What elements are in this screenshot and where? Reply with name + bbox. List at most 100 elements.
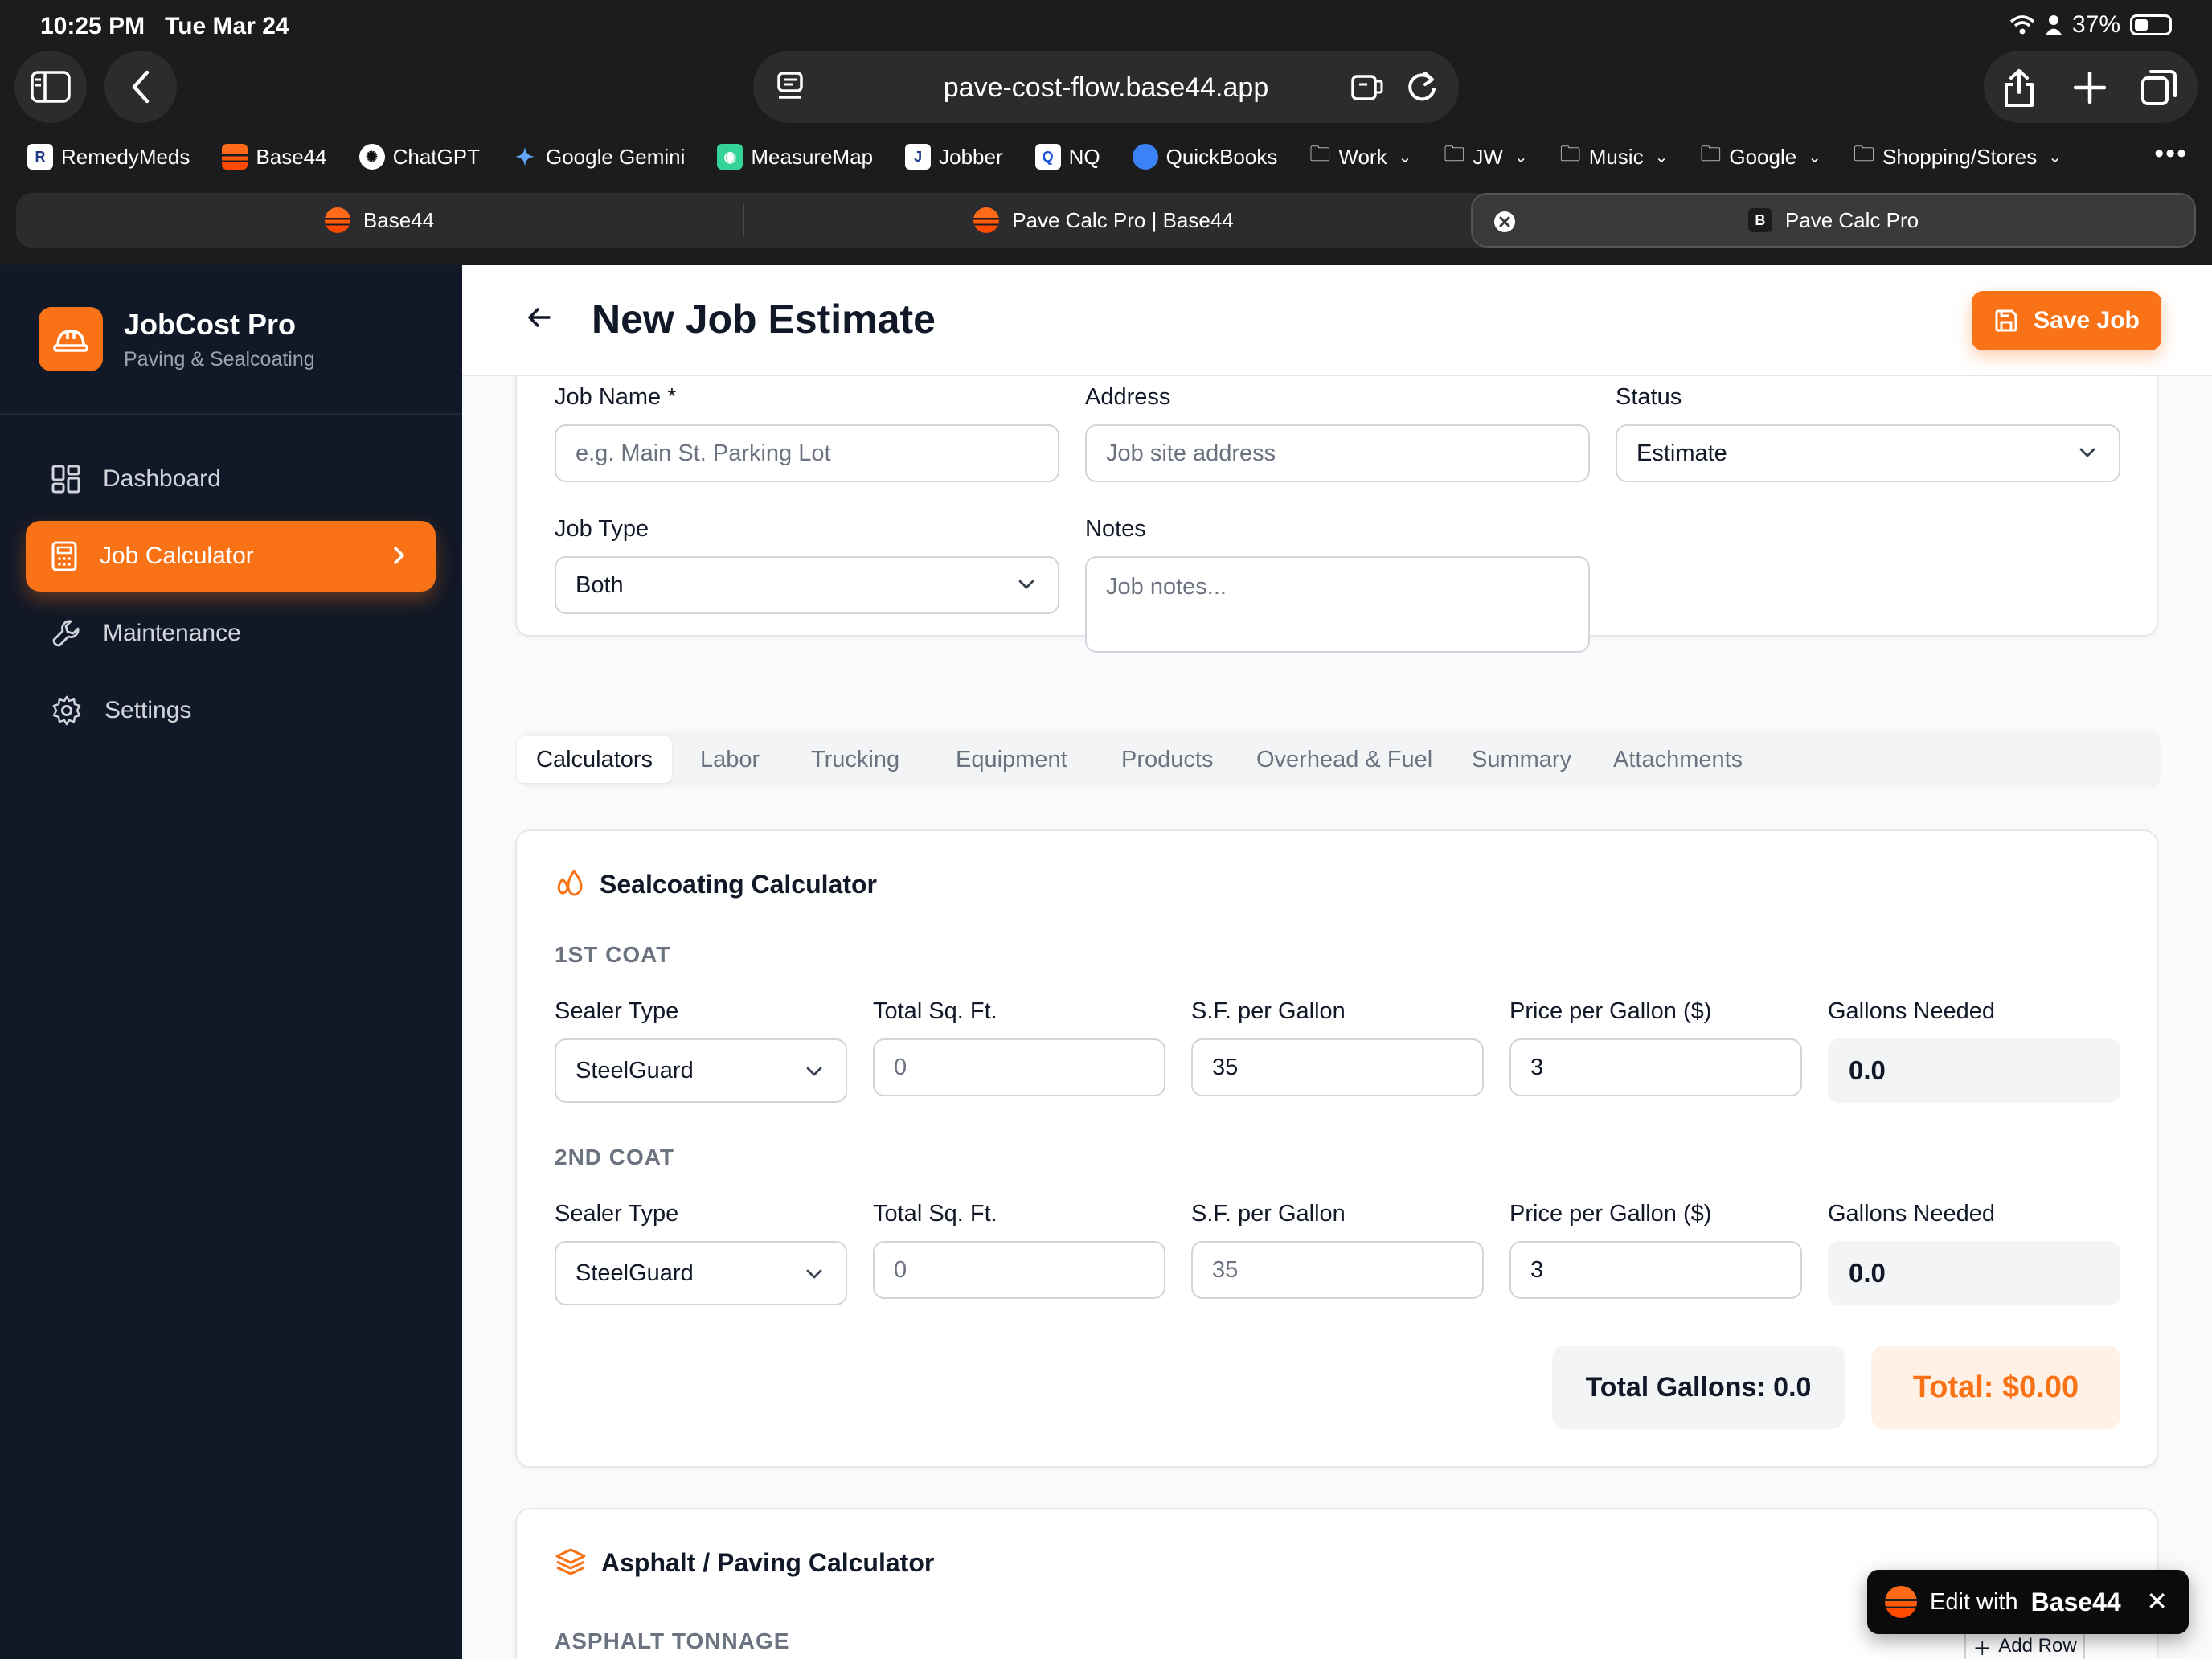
sidebar-toggle-button[interactable] <box>14 51 87 123</box>
address-input[interactable]: Job site address <box>1085 424 1590 482</box>
browser-tab-base44[interactable]: Base44 <box>16 193 743 248</box>
bookmark-remedymeds[interactable]: R RemedyMeds <box>27 144 190 170</box>
base44-icon <box>324 207 350 233</box>
bookmark-measuremap[interactable]: ◉ MeasureMap <box>717 144 873 170</box>
tab-calculators[interactable]: Calculators <box>517 736 673 783</box>
coat-1-heading: 1ST COAT <box>555 942 671 967</box>
sidebar-nav: Dashboard Job Calculator Maintenance Set… <box>26 444 436 752</box>
tab-summary[interactable]: Summary <box>1452 736 1591 783</box>
bookmark-folder-work[interactable]: 🗀 Work ⌄ <box>1309 139 1411 174</box>
url-bar[interactable]: pave-cost-flow.base44.app <box>753 51 1459 123</box>
gemini-icon: ✦ <box>515 144 535 170</box>
coat-1-sf-per-gallon-input[interactable]: 35 <box>1191 1038 1484 1096</box>
base44-icon <box>222 144 248 170</box>
bookmark-gemini[interactable]: ✦ Google Gemini <box>512 144 685 170</box>
tab-equipment[interactable]: Equipment <box>936 736 1087 783</box>
status-select[interactable]: Estimate <box>1616 424 2120 482</box>
bookmark-folder-jw[interactable]: 🗀 JW ⌄ <box>1444 139 1527 174</box>
chevron-down-icon: ⌄ <box>1808 148 1821 166</box>
close-icon[interactable]: ✕ <box>2146 1586 2168 1616</box>
wrench-icon <box>52 620 80 647</box>
job-name-input[interactable]: e.g. Main St. Parking Lot <box>555 424 1059 482</box>
job-type-select[interactable]: Both <box>555 556 1059 614</box>
status-label: Status <box>1616 384 1682 410</box>
chevron-down-icon: ⌄ <box>1398 148 1412 166</box>
arrow-left-icon[interactable] <box>526 305 552 330</box>
chevron-right-icon <box>394 547 404 564</box>
save-job-button[interactable]: Save Job <box>1972 291 2161 350</box>
close-tab-icon[interactable] <box>1493 211 1516 233</box>
save-icon <box>1995 309 2017 332</box>
gallons-needed-label: Gallons Needed <box>1828 1201 1995 1227</box>
tab-strip: Base44 Pave Calc Pro | Base44 B Pave Cal… <box>16 193 2196 248</box>
address-label: Address <box>1085 384 1171 410</box>
coat-1-price-per-gallon-input[interactable]: 3 <box>1509 1038 1802 1096</box>
browser-tab-pave-calc-pro[interactable]: B Pave Calc Pro <box>1471 193 2196 248</box>
bookmark-folder-shopping[interactable]: 🗀 Shopping/Stores ⌄ <box>1854 139 2062 174</box>
tab-products[interactable]: Products <box>1102 736 1232 783</box>
dashboard-icon <box>51 465 80 494</box>
tab-overhead-fuel[interactable]: Overhead & Fuel <box>1237 736 1452 783</box>
app-brand: JobCost Pro Paving & Sealcoating <box>39 307 315 371</box>
more-bookmarks-icon[interactable]: ••• <box>2154 138 2188 170</box>
browser-tab-pave-calc-base44[interactable]: Pave Calc Pro | Base44 <box>744 193 1463 248</box>
browser-back-button[interactable] <box>104 51 177 123</box>
bookmark-nq[interactable]: Q NQ <box>1034 144 1100 170</box>
tab-attachments[interactable]: Attachments <box>1594 736 1762 783</box>
bookmark-base44[interactable]: Base44 <box>222 144 327 170</box>
quickbooks-icon <box>1132 144 1158 170</box>
total-sqft-label: Total Sq. Ft. <box>873 998 997 1024</box>
page-title: New Job Estimate <box>592 297 936 342</box>
sidebar-item-dashboard[interactable]: Dashboard <box>26 444 436 514</box>
chatgpt-icon: ✺ <box>358 144 385 170</box>
hard-hat-icon <box>39 307 103 371</box>
base44-icon <box>1885 1586 1917 1618</box>
bookmark-quickbooks[interactable]: QuickBooks <box>1132 144 1277 170</box>
battery-percent: 37% <box>2071 11 2120 38</box>
tab-favicon-icon: B <box>1747 208 1772 232</box>
browser-chrome: 10:25 PM Tue Mar 24 37% pave-cost-flow.b… <box>0 0 2212 265</box>
app-subtitle: Paving & Sealcoating <box>124 347 315 371</box>
chevron-down-icon <box>806 1269 822 1279</box>
droplets-icon <box>557 870 583 896</box>
plus-icon: ＋ <box>1972 1637 1993 1659</box>
wifi-icon <box>2009 15 2035 35</box>
main-content: Job Name * e.g. Main St. Parking Lot Add… <box>462 265 2212 1659</box>
reload-icon[interactable] <box>1404 68 1440 105</box>
coat-1-sealer-select[interactable]: SteelGuard <box>555 1038 847 1103</box>
extension-icon[interactable] <box>1350 68 1387 105</box>
coat-2-total-sqft-input[interactable]: 0 <box>873 1241 1165 1299</box>
share-icon[interactable] <box>2003 68 2035 109</box>
notes-textarea[interactable]: Job notes... <box>1085 556 1590 653</box>
folder-icon: 🗀 <box>1700 141 1722 166</box>
coat-2-sealer-select[interactable]: SteelGuard <box>555 1241 847 1305</box>
tab-labor[interactable]: Labor <box>681 736 779 783</box>
bookmark-chatgpt[interactable]: ✺ ChatGPT <box>358 144 480 170</box>
browser-actions <box>1984 51 2198 123</box>
sealer-type-label: Sealer Type <box>555 1201 679 1227</box>
sidebar-item-maintenance[interactable]: Maintenance <box>26 598 436 669</box>
app-sidebar: JobCost Pro Paving & Sealcoating Dashboa… <box>0 265 462 1659</box>
bookmark-folder-music[interactable]: 🗀 Music ⌄ <box>1560 139 1669 174</box>
total-gallons-badge: Total Gallons: 0.0 <box>1552 1346 1845 1429</box>
app-name: JobCost Pro <box>124 307 297 341</box>
jobber-icon: J <box>905 144 932 170</box>
tabs-overview-icon[interactable] <box>2140 68 2178 107</box>
new-tab-icon[interactable] <box>2074 72 2106 104</box>
coat-1-total-sqft-input[interactable]: 0 <box>873 1038 1165 1096</box>
notes-label: Notes <box>1085 516 1146 542</box>
coat-2-sf-per-gallon-input[interactable]: 35 <box>1191 1241 1484 1299</box>
coat-2-price-per-gallon-input[interactable]: 3 <box>1509 1241 1802 1299</box>
status-time: 10:25 PM Tue Mar 24 <box>40 13 289 39</box>
bookmark-folder-google[interactable]: 🗀 Google ⌄ <box>1700 139 1821 174</box>
sidebar-item-settings[interactable]: Settings <box>26 675 436 746</box>
edit-with-base44-badge[interactable]: Edit with Base44 ✕ <box>1867 1570 2189 1634</box>
bookmark-jobber[interactable]: J Jobber <box>905 144 1003 170</box>
total-sqft-label: Total Sq. Ft. <box>873 1201 997 1227</box>
price-per-gallon-label: Price per Gallon ($) <box>1509 998 1712 1024</box>
sidebar-item-job-calculator[interactable]: Job Calculator <box>26 521 436 592</box>
chevron-down-icon: ⌄ <box>1514 148 1528 166</box>
calculator-icon <box>51 541 77 571</box>
tab-trucking[interactable]: Trucking <box>792 736 919 783</box>
layers-icon <box>555 1548 586 1575</box>
